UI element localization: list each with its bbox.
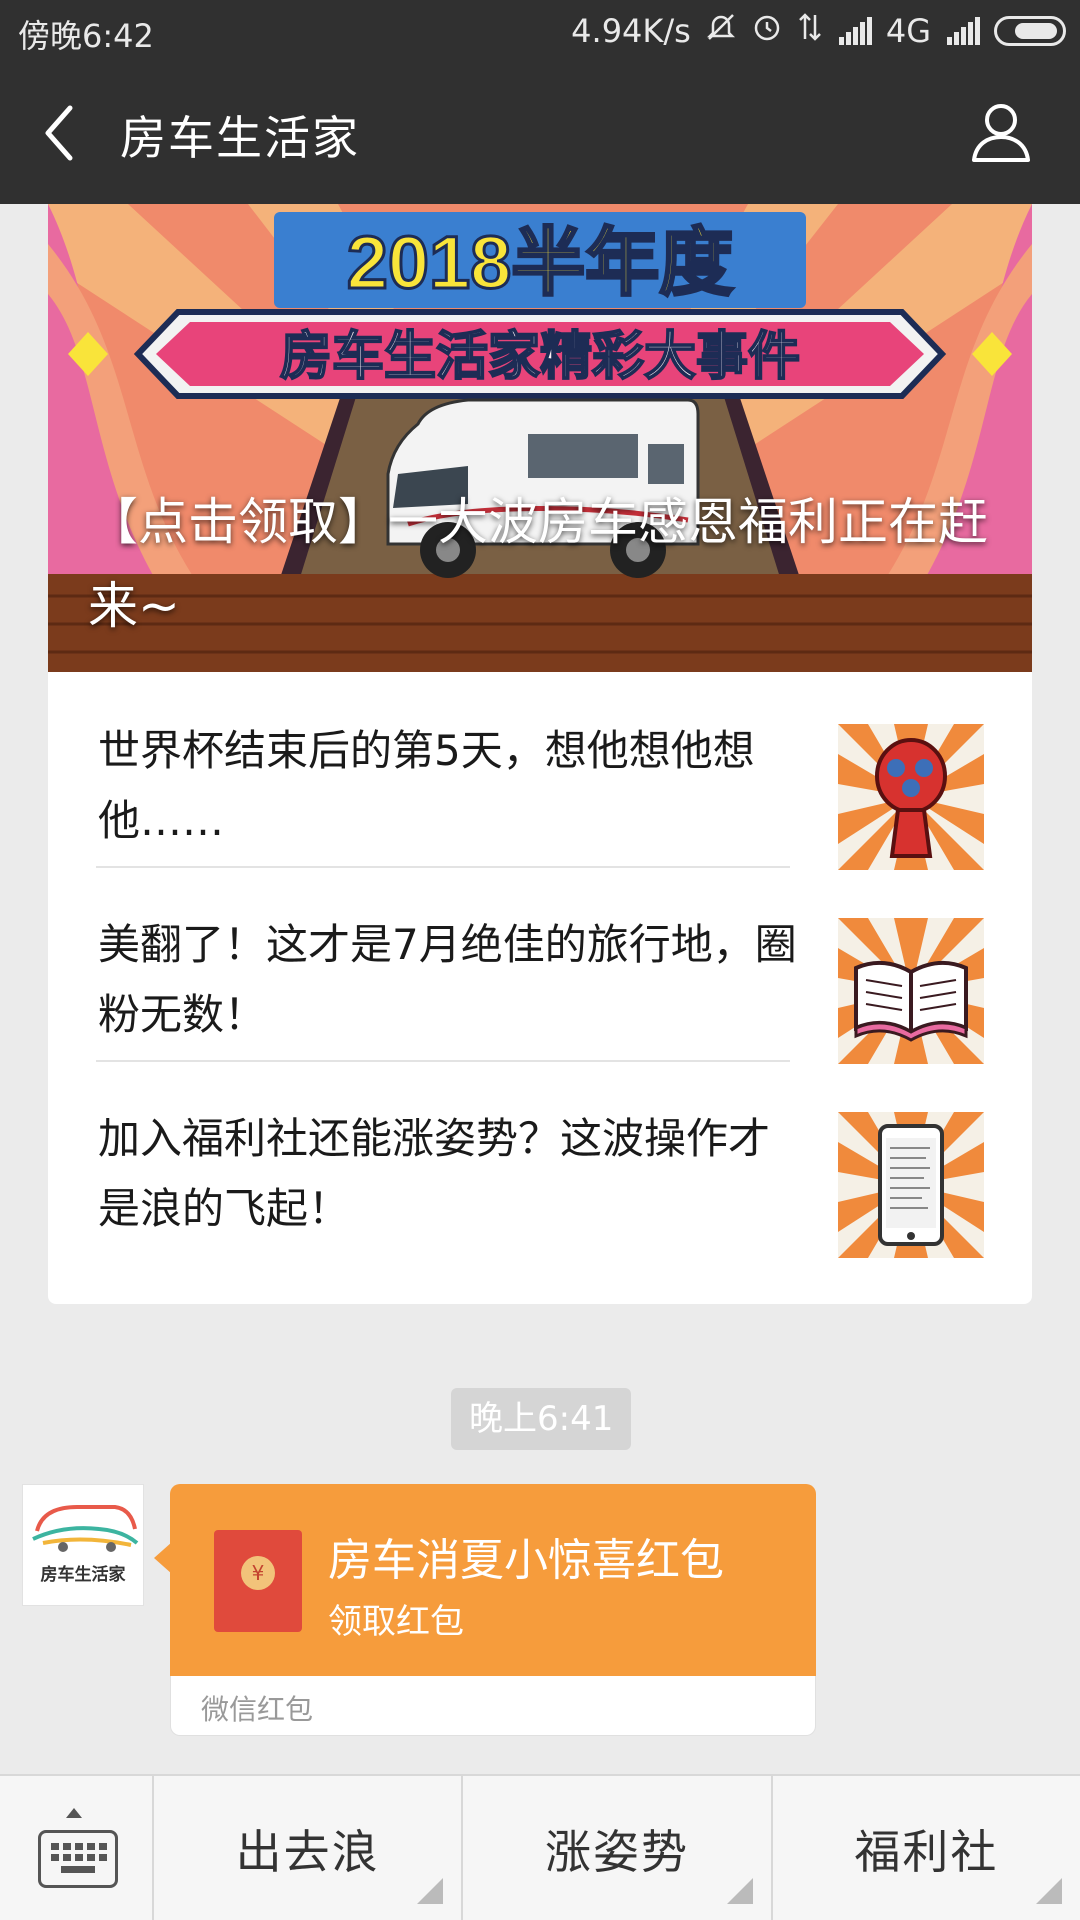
status-icons: 4.94K/s 4G (557, 11, 1066, 51)
red-packet-action: 领取红包 (328, 1602, 464, 1642)
open-book-icon (838, 918, 984, 1064)
keyboard-toggle-button[interactable] (0, 1776, 154, 1920)
person-icon (972, 104, 1030, 162)
article-item[interactable]: 加入福利社还能涨姿势？这波操作才是浪的飞起！ (48, 1060, 1032, 1258)
cover-headline: 【点击领取】一大波房车感恩福利正在赶来~ (88, 493, 988, 635)
article-item[interactable]: 世界杯结束后的第5天，想他想他想他…… (48, 672, 1032, 870)
red-packet-footer: 微信红包 (170, 1676, 816, 1736)
menu-item-label: 福利社 (854, 1825, 999, 1879)
article-card: 2018半年度 房车生活家精彩大事件 【点击领取】一大波房车感恩福利正在赶来~ … (48, 204, 1032, 1304)
submenu-indicator-icon (726, 1878, 753, 1904)
data-transfer-icon (797, 11, 823, 51)
article-title: 世界杯结束后的第5天，想他想他想他…… (98, 726, 755, 845)
smartphone-icon (838, 1112, 984, 1258)
banner-subtitle: 房车生活家精彩大事件 (280, 327, 800, 387)
status-time: 傍晚6:42 (18, 17, 154, 55)
signal-icon (837, 17, 872, 45)
article-title: 加入福利社还能涨姿势？这波操作才是浪的飞起！ (98, 1114, 771, 1233)
keyboard-icon (38, 1830, 118, 1888)
net-speed: 4.94K/s (571, 12, 691, 50)
chevron-left-icon (45, 105, 73, 161)
menu-item-chuqulang[interactable]: 出去浪 (154, 1776, 464, 1920)
yuan-coin-icon: ¥ (241, 1556, 275, 1590)
menu-item-zhangzishi[interactable]: 涨姿势 (463, 1776, 773, 1920)
article-title: 美翻了！这才是7月绝佳的旅行地，圈粉无数！ (98, 920, 797, 1039)
battery-icon (994, 16, 1066, 46)
rv-logo-icon (32, 1505, 139, 1552)
message-timestamp: 晚上6:41 (451, 1388, 632, 1450)
bottom-menu: 出去浪 涨姿势 福利社 (0, 1774, 1080, 1920)
signal-icon-2 (945, 17, 980, 45)
chevron-up-icon (66, 1808, 82, 1818)
cover-article[interactable]: 2018半年度 房车生活家精彩大事件 【点击领取】一大波房车感恩福利正在赶来~ (48, 204, 1032, 672)
article-item[interactable]: 美翻了！这才是7月绝佳的旅行地，圈粉无数！ (48, 866, 1032, 1064)
red-packet-title: 房车消夏小惊喜红包 (328, 1535, 724, 1586)
submenu-indicator-icon (417, 1878, 444, 1904)
submenu-indicator-icon (1035, 1878, 1062, 1904)
avatar-label: 房车生活家 (40, 1565, 126, 1585)
menu-item-fulishe[interactable]: 福利社 (773, 1776, 1080, 1920)
avatar[interactable]: 房车生活家 (22, 1484, 144, 1606)
red-packet-message[interactable]: ¥ 房车消夏小惊喜红包 领取红包 微信红包 (154, 1484, 816, 1736)
alarm-icon (751, 11, 783, 51)
red-envelope-icon: ¥ (214, 1530, 302, 1632)
header: 房车生活家 (0, 62, 1080, 204)
red-packet-source: 微信红包 (201, 1693, 314, 1726)
network-type: 4G (885, 12, 931, 50)
mute-icon (705, 11, 737, 51)
bubble-tail (154, 1542, 172, 1574)
page-title: 房车生活家 (120, 111, 360, 165)
menu-item-label: 涨姿势 (544, 1825, 689, 1879)
banner-year: 2018半年度 (347, 221, 734, 304)
status-bar: 傍晚6:42 4.94K/s 4G (0, 0, 1080, 62)
menu-item-label: 出去浪 (235, 1825, 380, 1879)
world-cup-trophy-icon (838, 724, 984, 870)
back-button[interactable] (34, 98, 94, 168)
article-list: 世界杯结束后的第5天，想他想他想他…… 美翻了！这才是7月绝佳的旅行地，圈粉无数 (48, 672, 1032, 1258)
profile-button[interactable] (970, 100, 1032, 164)
